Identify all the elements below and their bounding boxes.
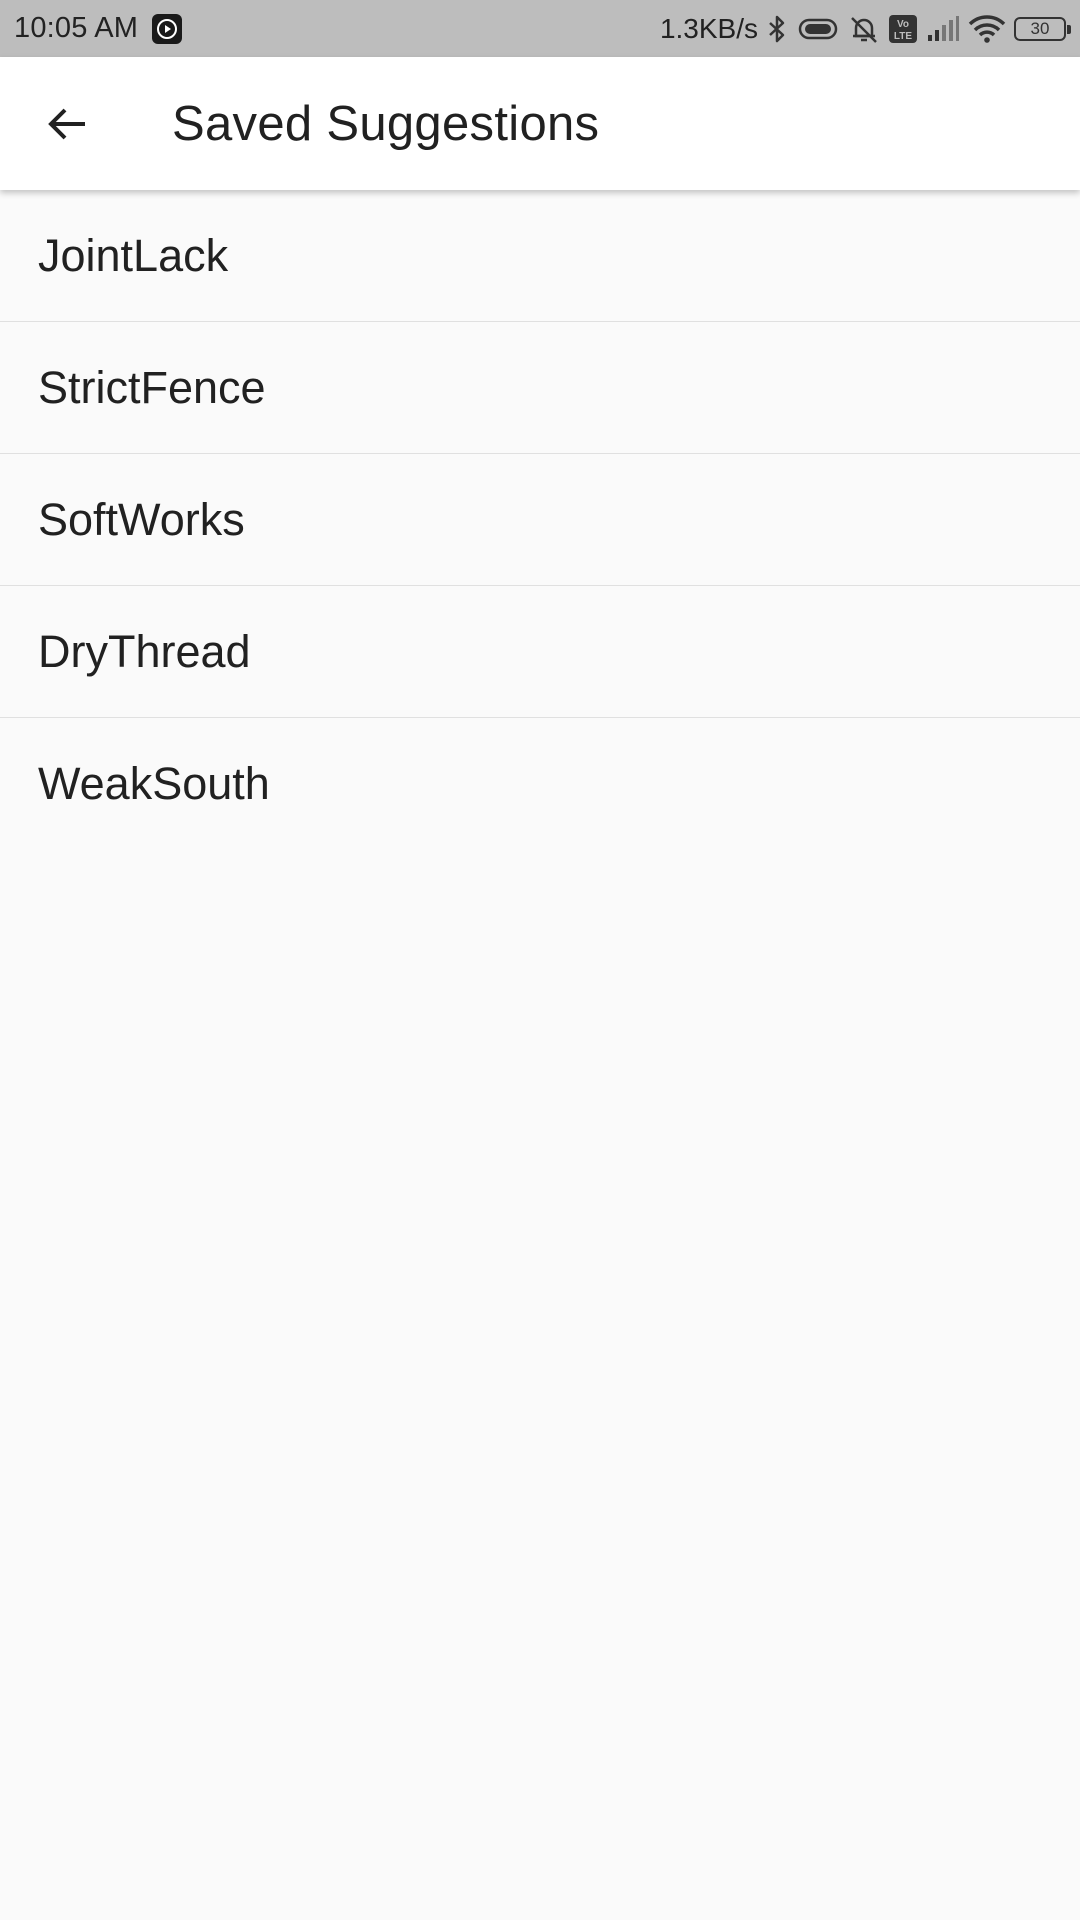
battery-icon: 30 xyxy=(1014,16,1071,41)
list-item[interactable]: WeakSouth xyxy=(0,718,1080,850)
app-bar: Saved Suggestions xyxy=(0,57,1080,190)
back-button[interactable] xyxy=(22,79,112,169)
status-bar: 10:05 AM 1.3KB/s Vo LTE 30 xyxy=(0,0,1080,57)
saved-suggestions-list: JointLack StrictFence SoftWorks DryThrea… xyxy=(0,190,1080,850)
network-speed: 1.3KB/s xyxy=(659,12,758,44)
list-item-label: SoftWorks xyxy=(38,493,245,545)
arrow-back-icon xyxy=(48,108,85,139)
list-item-label: DryThread xyxy=(38,625,251,677)
list-item-label: StrictFence xyxy=(38,361,266,413)
list-item[interactable]: DryThread xyxy=(0,586,1080,718)
status-time: 10:05 AM xyxy=(14,12,139,44)
list-item[interactable]: SoftWorks xyxy=(0,454,1080,586)
page-title: Saved Suggestions xyxy=(172,96,600,151)
list-item[interactable]: JointLack xyxy=(0,190,1080,322)
bluetooth-icon xyxy=(766,14,788,44)
battery-level: 30 xyxy=(1030,18,1050,38)
list-item[interactable]: StrictFence xyxy=(0,322,1080,454)
svg-text:Vo: Vo xyxy=(897,19,909,30)
volte-icon: Vo LTE xyxy=(888,14,918,44)
list-item-label: WeakSouth xyxy=(38,758,270,809)
app-notification-icon xyxy=(152,13,183,44)
alarm-off-icon xyxy=(848,14,880,44)
status-right: 1.3KB/s Vo LTE 30 xyxy=(659,12,1071,45)
vibrate-icon xyxy=(796,15,840,43)
wifi-icon xyxy=(968,14,1006,43)
status-left: 10:05 AM xyxy=(14,12,183,45)
list-item-label: JointLack xyxy=(38,229,229,281)
svg-text:LTE: LTE xyxy=(894,31,912,42)
cellular-signal-icon xyxy=(926,15,960,43)
